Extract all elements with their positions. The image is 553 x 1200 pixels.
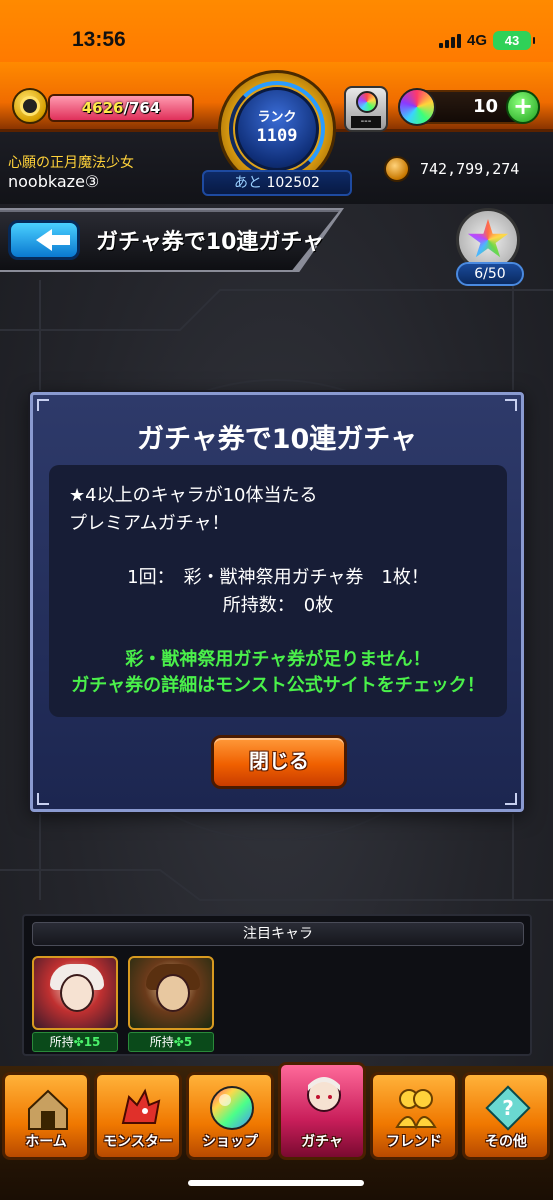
friend-icon	[395, 1089, 437, 1131]
nav-shop[interactable]: ショップ	[186, 1072, 274, 1160]
dialog-description: ★4以上のキャラが10体当たる	[69, 485, 318, 506]
nav-friend[interactable]: フレンド	[370, 1072, 458, 1160]
nav-label: ガチャ	[301, 1134, 343, 1150]
owned-count-badge: 所持✤15	[32, 1032, 118, 1052]
rank-next-value: 102502	[266, 175, 320, 191]
medal-count: 6/50	[456, 262, 524, 286]
nav-gacha[interactable]: ガチャ	[278, 1062, 366, 1160]
dialog-corner	[505, 793, 517, 805]
rank-next-exp: あと 102502	[202, 170, 352, 196]
rank-value: 1109	[256, 126, 298, 146]
orb-slot-text: ---	[351, 116, 381, 128]
featured-character-card[interactable]	[128, 956, 214, 1030]
gacha-ticket-dialog: ガチャ券で10連ガチャ ★4以上のキャラが10体当たる プレミアムガチャ！ 1回…	[30, 392, 524, 812]
dialog-corner	[37, 793, 49, 805]
owned-label: 所持	[49, 1035, 74, 1049]
details-warning: ガチャ券の詳細はモンスト公式サイトをチェック！	[71, 675, 485, 696]
star-icon	[467, 219, 509, 258]
close-button[interactable]: 閉じる	[211, 735, 347, 789]
home-icon	[28, 1089, 68, 1130]
stamina-current: 4626	[81, 99, 124, 117]
rank-display: ランク 1109	[235, 87, 319, 171]
owned-label: 所持	[149, 1035, 174, 1049]
orb-device-icon[interactable]: ---	[344, 86, 388, 132]
gold-amount: 742,799,274	[420, 160, 520, 178]
orb-counter: 10 +	[398, 88, 540, 126]
gold-coin-icon	[384, 156, 410, 182]
nav-label: ホーム	[25, 1134, 67, 1150]
stamina-bar[interactable]: 4626/764	[48, 94, 194, 122]
status-bar: 13:56 4G 43	[0, 0, 553, 62]
featured-header: 注目キャラ	[32, 922, 524, 946]
add-orb-button[interactable]: +	[506, 90, 540, 124]
ticket-cost: 1回： 彩・獣神祭用ガチャ券 1枚！	[127, 567, 429, 588]
orb-icon	[398, 88, 436, 126]
back-arrow-icon	[36, 229, 70, 251]
dialog-corner	[37, 399, 49, 411]
rank-label: ランク	[257, 110, 297, 125]
nav-label: ショップ	[202, 1134, 258, 1150]
featured-panel: 注目キャラ 所持✤15 所持✤5	[22, 914, 532, 1056]
nav-label: その他	[485, 1134, 527, 1150]
character-portrait	[156, 974, 190, 1012]
status-indicators: 4G 43	[438, 31, 535, 50]
orb-lens	[356, 91, 378, 113]
rank-next-label: あと	[234, 175, 263, 191]
dialog-title: ガチャ券で10連ガチャ	[136, 424, 418, 455]
owned-count: 5	[183, 1035, 193, 1049]
other-icon: ?	[485, 1085, 531, 1131]
owned-count: 15	[83, 1035, 101, 1049]
stamina-text: 4626/764	[50, 96, 192, 120]
nav-label: モンスター	[103, 1134, 173, 1150]
nav-monster[interactable]: モンスター	[94, 1072, 182, 1160]
signal-icon	[438, 33, 461, 48]
status-time: 13:56	[72, 28, 126, 51]
back-button[interactable]	[8, 220, 80, 260]
stamina-icon	[12, 88, 48, 124]
insufficient-warning: 彩・獣神祭用ガチャ券が足りません！	[125, 649, 431, 670]
orb-count: 10	[472, 96, 498, 117]
owned-count-badge: 所持✤5	[128, 1032, 214, 1052]
shop-icon	[210, 1086, 254, 1130]
battery-icon: 43	[493, 31, 535, 50]
home-indicator[interactable]	[188, 1180, 364, 1186]
svg-text:?: ?	[502, 1096, 514, 1120]
dialog-description: プレミアムガチャ！	[69, 513, 230, 534]
featured-character-card[interactable]	[32, 956, 118, 1030]
nav-home[interactable]: ホーム	[2, 1072, 90, 1160]
dialog-body: ★4以上のキャラが10体当たる プレミアムガチャ！ 1回： 彩・獣神祭用ガチャ券…	[49, 465, 507, 717]
clover-icon: ✤	[173, 1035, 184, 1049]
ticket-owned: 所持数： 0枚	[222, 595, 334, 616]
character-portrait	[60, 974, 94, 1012]
player-title: 心願の正月魔法少女	[8, 155, 134, 171]
network-type: 4G	[466, 32, 487, 49]
monster-icon	[121, 1088, 161, 1124]
page-title: ガチャ券で10連ガチャ	[96, 230, 325, 255]
stamina-max: /764	[123, 99, 161, 117]
gacha-icon	[307, 1077, 341, 1112]
nav-label: フレンド	[386, 1134, 442, 1150]
clover-icon: ✤	[73, 1035, 84, 1049]
player-name: noobkaze③	[8, 172, 100, 191]
dialog-corner	[505, 399, 517, 411]
nav-other[interactable]: ? その他	[462, 1072, 550, 1160]
